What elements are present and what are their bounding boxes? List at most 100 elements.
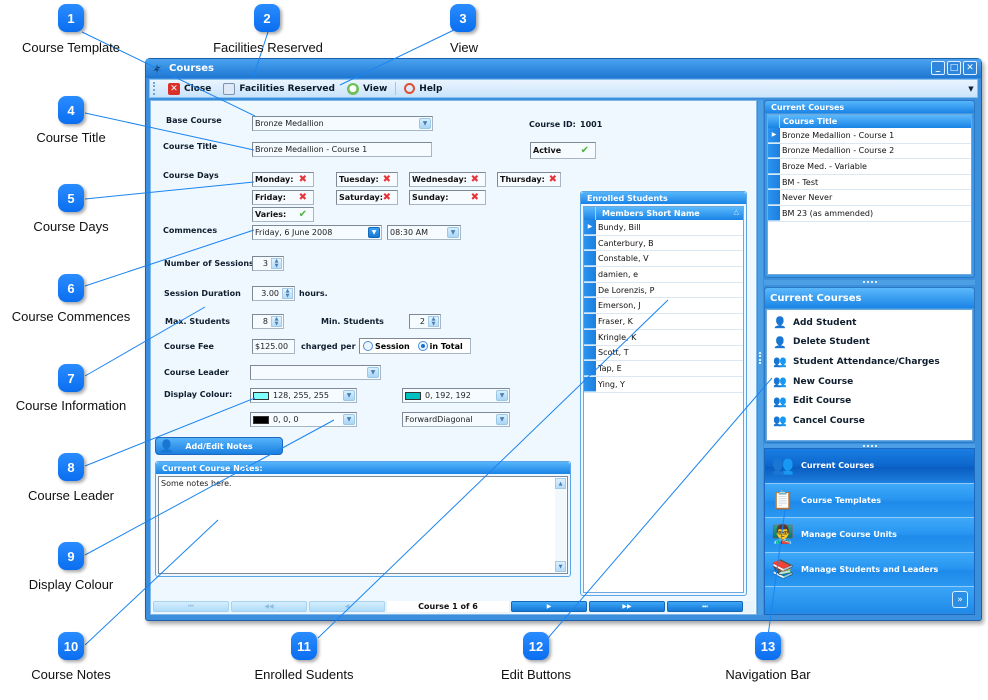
grid-row[interactable]: Constable, V bbox=[584, 251, 743, 268]
chevron-down-icon[interactable]: ▼ bbox=[496, 414, 508, 425]
next-record-button[interactable]: ▶ bbox=[511, 601, 587, 612]
last-record-button[interactable]: ⏭ bbox=[667, 601, 743, 612]
day-wednesday-toggle[interactable]: Wednesday: ✖ bbox=[409, 172, 486, 187]
duration-stepper[interactable]: 3.00 ▲ ▼ bbox=[252, 286, 295, 301]
add-edit-notes-button[interactable]: 👤 Add/Edit Notes bbox=[155, 437, 283, 455]
pattern-select[interactable]: ForwardDiagonal ▼ bbox=[402, 412, 510, 427]
help-button[interactable]: Help bbox=[398, 80, 448, 97]
notes-scrollbar[interactable]: ▲ ▼ bbox=[555, 478, 566, 572]
commences-time-picker[interactable]: 08:30 AM ▼ bbox=[387, 225, 461, 240]
members-short-name-column[interactable]: Members Short Name △ bbox=[596, 207, 743, 220]
grid-row[interactable]: Tap, E bbox=[584, 361, 743, 377]
row-header[interactable] bbox=[768, 190, 780, 205]
grid-row[interactable]: Emerson, J bbox=[584, 298, 743, 315]
maximize-button[interactable]: □ bbox=[947, 61, 961, 75]
add-student-action[interactable]: 👤 Add Student bbox=[767, 313, 972, 333]
colour2-select[interactable]: 0, 192, 192 ▼ bbox=[402, 388, 510, 403]
row-header[interactable] bbox=[584, 345, 596, 361]
row-header[interactable] bbox=[584, 361, 596, 376]
cancel-course-action[interactable]: 👥 Cancel Course bbox=[767, 411, 972, 431]
row-header[interactable] bbox=[584, 314, 596, 329]
row-header[interactable] bbox=[768, 143, 780, 159]
grid-row[interactable]: damien, e bbox=[584, 267, 743, 283]
prev-record-button[interactable]: ◀ bbox=[309, 601, 385, 612]
grid-row[interactable]: Kringle, K bbox=[584, 329, 743, 346]
scroll-up-icon[interactable]: ▲ bbox=[555, 478, 566, 489]
student-attendance-action[interactable]: 👥 Student Attendance/Charges bbox=[767, 352, 972, 372]
scroll-down-icon[interactable]: ▼ bbox=[555, 561, 566, 572]
row-selector-arrow-icon[interactable]: ▶ bbox=[768, 128, 780, 143]
day-monday-toggle[interactable]: Monday: ✖ bbox=[252, 172, 314, 187]
row-header[interactable] bbox=[584, 267, 596, 282]
row-header[interactable] bbox=[584, 298, 596, 314]
day-thursday-toggle[interactable]: Thursday: ✖ bbox=[497, 172, 561, 187]
delete-student-action[interactable]: 👤 Delete Student bbox=[767, 333, 972, 353]
charge-session-radio[interactable]: Session bbox=[363, 341, 410, 351]
max-students-stepper[interactable]: 8 ▲ ▼ bbox=[252, 314, 284, 329]
facilities-reserved-button[interactable]: Facilities Reserved bbox=[217, 80, 341, 97]
nav-manage-students-leaders[interactable]: 📚 Manage Students and Leaders bbox=[765, 552, 974, 587]
nav-current-courses[interactable]: 👥 Current Courses bbox=[765, 449, 974, 484]
chevron-down-icon[interactable]: ▼ bbox=[367, 367, 379, 378]
charge-total-radio[interactable]: in Total bbox=[417, 341, 463, 351]
base-course-select[interactable]: Bronze Medallion ▼ bbox=[252, 116, 433, 131]
course-title-input[interactable]: Bronze Medallion - Course 1 bbox=[252, 142, 432, 157]
chevron-down-icon[interactable]: ▼ bbox=[447, 227, 459, 238]
grid-row[interactable]: Scott, T bbox=[584, 345, 743, 362]
row-header[interactable] bbox=[584, 329, 596, 345]
row-header[interactable] bbox=[584, 235, 596, 251]
chevron-down-icon[interactable]: ▼ bbox=[496, 390, 508, 401]
edit-course-action[interactable]: 👥 Edit Course bbox=[767, 391, 972, 411]
row-selector-arrow-icon[interactable]: ▶ bbox=[584, 220, 596, 235]
grid-row[interactable]: Bronze Medallion - Course 2 bbox=[768, 143, 971, 160]
first-record-button[interactable]: ⏮ bbox=[153, 601, 229, 612]
colour1-select[interactable]: 128, 255, 255 ▼ bbox=[250, 388, 357, 403]
next-page-button[interactable]: ▶▶ bbox=[589, 601, 665, 612]
row-header[interactable] bbox=[584, 376, 596, 392]
grid-row[interactable]: BM 23 (as ammended) bbox=[768, 205, 971, 222]
row-header[interactable] bbox=[584, 251, 596, 267]
row-header[interactable] bbox=[768, 205, 780, 221]
nav-course-templates[interactable]: 📋 Course Templates bbox=[765, 483, 974, 518]
sessions-stepper[interactable]: 3 ▲ ▼ bbox=[252, 256, 284, 271]
day-friday-toggle[interactable]: Friday: ✖ bbox=[252, 190, 314, 205]
toolbar-overflow-icon[interactable]: ▼ bbox=[967, 82, 975, 95]
chevron-down-icon[interactable]: ▼ bbox=[343, 414, 355, 425]
grid-row[interactable]: Canterbury, B bbox=[584, 235, 743, 252]
grid-row[interactable]: Broze Med. - Variable bbox=[768, 159, 971, 175]
grid-row[interactable]: Never Never bbox=[768, 190, 971, 206]
spin-arrows-icon[interactable]: ▲ ▼ bbox=[282, 288, 293, 299]
grid-row[interactable]: BM - Test bbox=[768, 174, 971, 191]
day-sunday-toggle[interactable]: Sunday: ✖ bbox=[409, 190, 486, 205]
row-header[interactable] bbox=[768, 159, 780, 174]
minimize-button[interactable]: _ bbox=[931, 61, 945, 75]
spin-arrows-icon[interactable]: ▲ ▼ bbox=[428, 316, 439, 327]
fee-input[interactable]: $125.00 bbox=[252, 339, 295, 354]
spin-arrows-icon[interactable]: ▲ ▼ bbox=[271, 258, 282, 269]
grid-row[interactable]: Ying, Y bbox=[584, 376, 743, 393]
close-window-button[interactable]: ✕ bbox=[963, 61, 977, 75]
chevron-down-icon[interactable]: ▼ bbox=[343, 390, 355, 401]
row-header[interactable] bbox=[768, 174, 780, 190]
nav-manage-course-units[interactable]: 👨‍🏫 Manage Course Units bbox=[765, 518, 974, 553]
day-saturday-toggle[interactable]: Saturday: ✖ bbox=[336, 190, 398, 205]
grid-row[interactable]: De Lorenzis, P bbox=[584, 282, 743, 299]
spin-arrows-icon[interactable]: ▲ ▼ bbox=[271, 316, 282, 327]
active-checkbox[interactable]: Active ✔ bbox=[530, 142, 596, 159]
min-students-stepper[interactable]: 2 ▲ ▼ bbox=[409, 314, 441, 329]
nav-more-chevron-icon[interactable]: » bbox=[952, 591, 968, 608]
course-leader-select[interactable]: ▼ bbox=[250, 365, 381, 380]
prev-page-button[interactable]: ◀◀ bbox=[231, 601, 307, 612]
commences-date-picker[interactable]: Friday, 6 June 2008 ▼ bbox=[252, 225, 382, 240]
grid-row[interactable]: ▶ Bundy, Bill bbox=[584, 220, 743, 236]
grid-row[interactable]: Fraser, K bbox=[584, 314, 743, 330]
grid-row[interactable]: ▶ Bronze Medallion - Course 1 bbox=[768, 128, 971, 144]
row-header[interactable] bbox=[584, 282, 596, 298]
new-course-action[interactable]: 👥 New Course bbox=[767, 372, 972, 392]
horizontal-splitter-top[interactable] bbox=[764, 280, 975, 285]
view-button[interactable]: ● View bbox=[341, 80, 393, 97]
colour3-select[interactable]: 0, 0, 0 ▼ bbox=[250, 412, 357, 427]
notes-textarea[interactable]: Some notes here. ▲ ▼ bbox=[158, 476, 568, 574]
day-tuesday-toggle[interactable]: Tuesday: ✖ bbox=[336, 172, 398, 187]
day-varies-toggle[interactable]: Varies: ✔ bbox=[252, 207, 314, 222]
